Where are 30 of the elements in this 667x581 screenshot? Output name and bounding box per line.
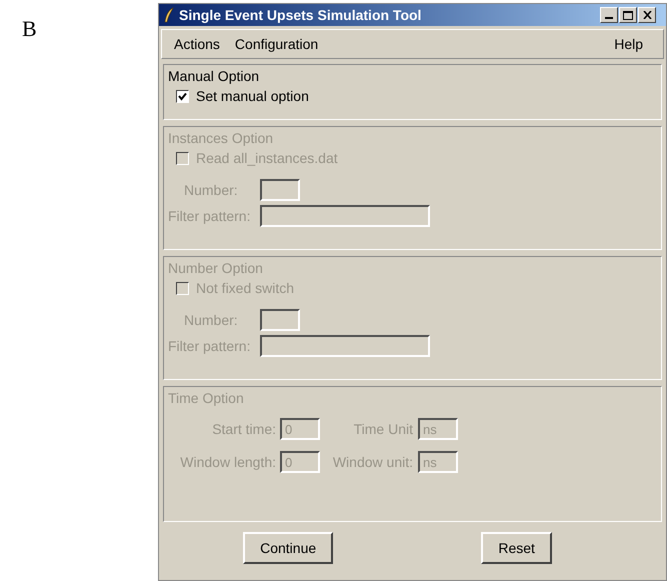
field-label: Filter pattern:: [168, 336, 252, 356]
minimize-button[interactable]: [600, 7, 618, 23]
window-title: Single Event Upsets Simulation Tool: [179, 6, 422, 25]
field-label: Filter pattern:: [168, 206, 252, 226]
panel-title: Instances Option: [168, 129, 274, 147]
close-icon: [642, 11, 652, 19]
close-button[interactable]: [638, 7, 656, 23]
figure-label: B: [22, 18, 37, 40]
checkbox[interactable]: [176, 90, 189, 102]
panel-title: Time Option: [168, 389, 245, 407]
menu-item[interactable]: Configuration: [234, 34, 318, 54]
feather-icon: [163, 7, 175, 23]
checkbox-label: Read all_instances.dat: [196, 148, 338, 168]
maximize-icon: [623, 10, 633, 20]
push-button[interactable]: Reset: [481, 532, 552, 564]
field-label: Number:: [183, 310, 239, 330]
field-label: Number:: [183, 180, 239, 200]
field-label: Window unit:: [332, 452, 414, 472]
maximize-button[interactable]: [619, 7, 637, 23]
panel-title: Manual Option: [168, 67, 260, 85]
checkbox-label: Not fixed switch: [196, 278, 294, 298]
panel-title: Number Option: [168, 259, 264, 277]
menu-item[interactable]: Help: [614, 34, 643, 54]
field-label: Window length:: [179, 452, 277, 472]
field-label: Time Unit: [352, 420, 414, 438]
checkbox-label: Set manual option: [196, 86, 309, 106]
field-label: Start time:: [211, 420, 277, 438]
push-button[interactable]: Continue: [243, 532, 334, 564]
menu-item[interactable]: Actions: [174, 34, 220, 54]
minimize-icon: [605, 17, 613, 19]
